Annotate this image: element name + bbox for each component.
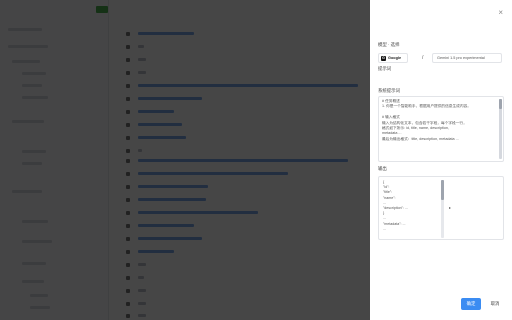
output-code[interactable]: { "id": "title": "name": ... "descriptio… (383, 180, 439, 238)
scrollbar[interactable] (499, 99, 502, 159)
modal-overlay[interactable] (0, 0, 370, 320)
model-provider-label: Google (388, 56, 402, 60)
model-select[interactable]: Gemini 1.5 pro experimental (432, 53, 502, 63)
scrollbar[interactable] (441, 180, 444, 238)
settings-drawer: × 模型 · 选择 G Google / Gemini 1.5 pro expe… (370, 0, 512, 320)
text-line: 最后为输出格式：title, description, metadata ... (382, 136, 459, 141)
prompt-label: 提示词 (378, 66, 392, 71)
output-label: 输出 (378, 166, 387, 171)
expand-arrow-icon[interactable]: ▸ (449, 205, 451, 210)
model-provider-chip[interactable]: G Google (378, 53, 408, 63)
system-prompt-label: 系统提示词 (378, 88, 400, 93)
output-editor[interactable]: { "id": "title": "name": ... "descriptio… (378, 176, 504, 240)
text-line: ... (383, 226, 386, 231)
cancel-button[interactable]: 取消 (486, 298, 504, 310)
model-section-label: 模型 · 选择 (378, 42, 400, 47)
system-prompt-textarea[interactable]: # 任务概述 1. 你是一个智能助手，根据用户提供的信息生成内容。 # 输入格式输… (378, 96, 504, 162)
google-icon: G (381, 55, 386, 61)
scrollbar-thumb[interactable] (499, 99, 502, 109)
scrollbar-thumb[interactable] (441, 180, 444, 200)
separator: / (422, 55, 424, 61)
model-selector-row: G Google / Gemini 1.5 pro experimental (378, 53, 504, 63)
close-icon[interactable]: × (498, 9, 503, 17)
confirm-button[interactable]: 确定 (461, 298, 481, 310)
